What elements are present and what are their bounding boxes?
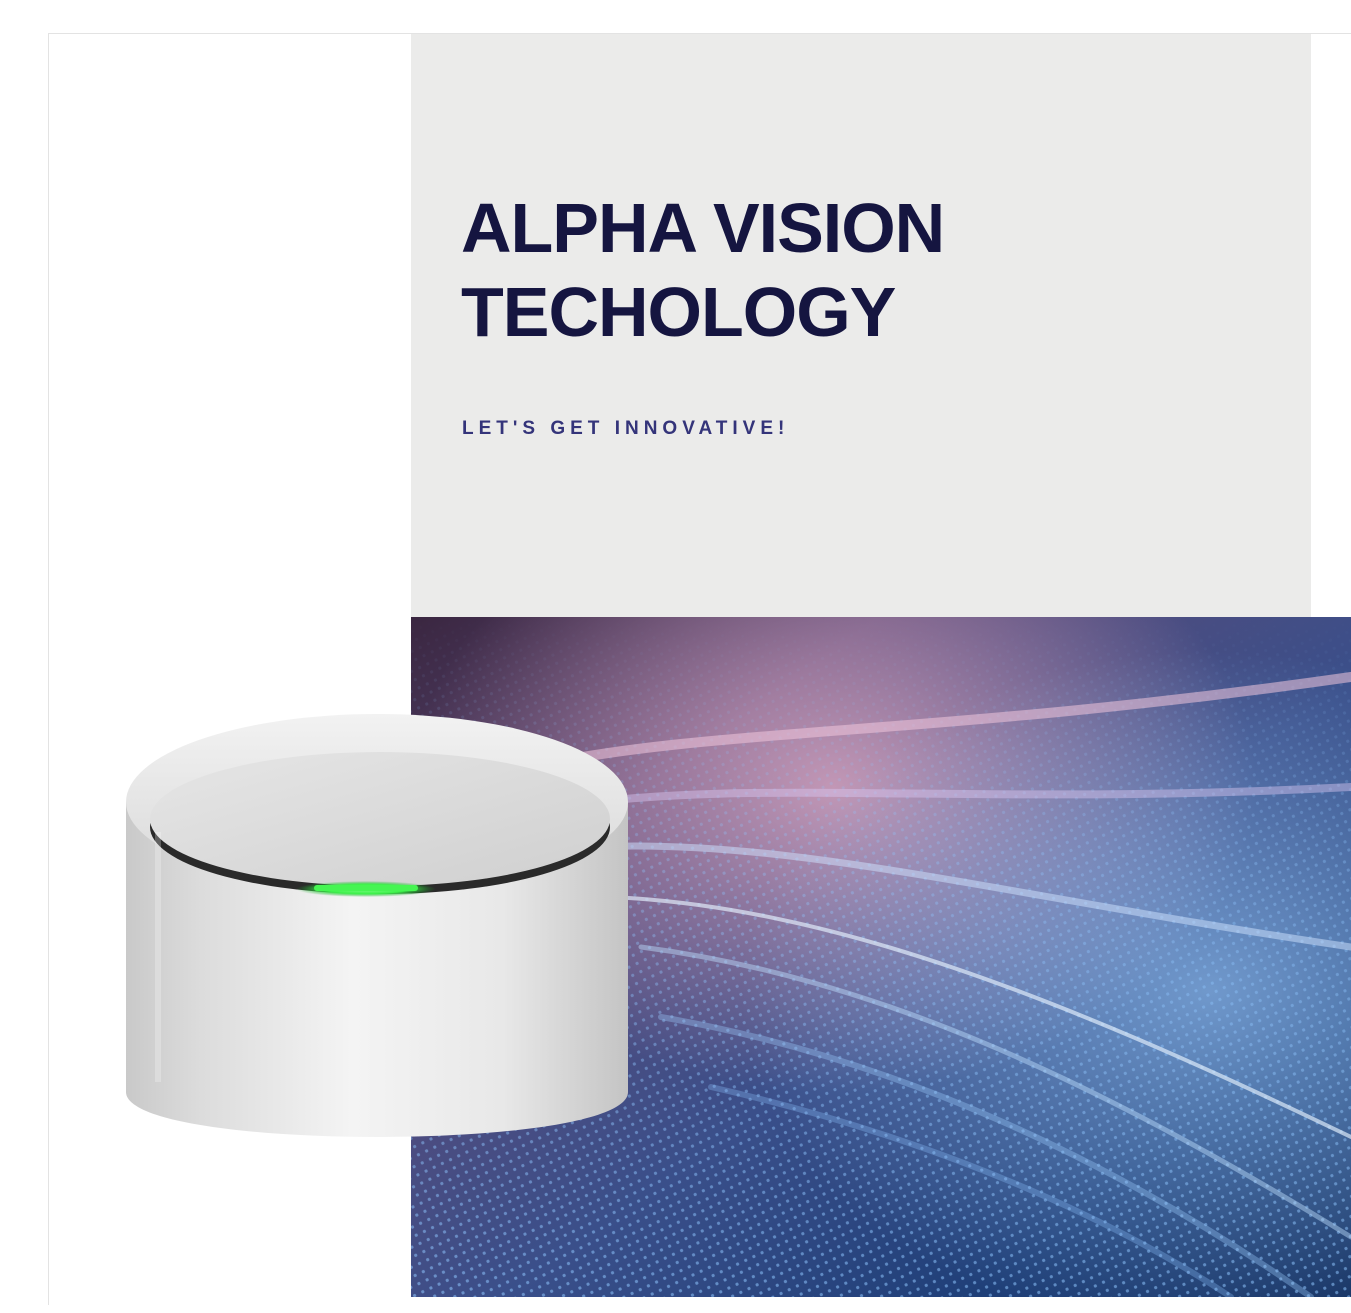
page: ALPHA VISION TECHOLOGY LET'S GET INNOVAT… xyxy=(0,0,1351,1313)
brand-title: ALPHA VISION TECHOLOGY xyxy=(461,186,945,354)
smart-speaker-graphic xyxy=(126,714,628,1137)
header-panel: ALPHA VISION TECHOLOGY LET'S GET INNOVAT… xyxy=(411,34,1311,617)
brand-title-line-2: TECHOLOGY xyxy=(461,273,896,351)
brand-title-line-1: ALPHA VISION xyxy=(461,189,945,267)
smart-speaker-image xyxy=(118,712,638,1197)
frame-left-border xyxy=(48,33,49,1305)
brand-tagline: LET'S GET INNOVATIVE! xyxy=(462,418,790,439)
